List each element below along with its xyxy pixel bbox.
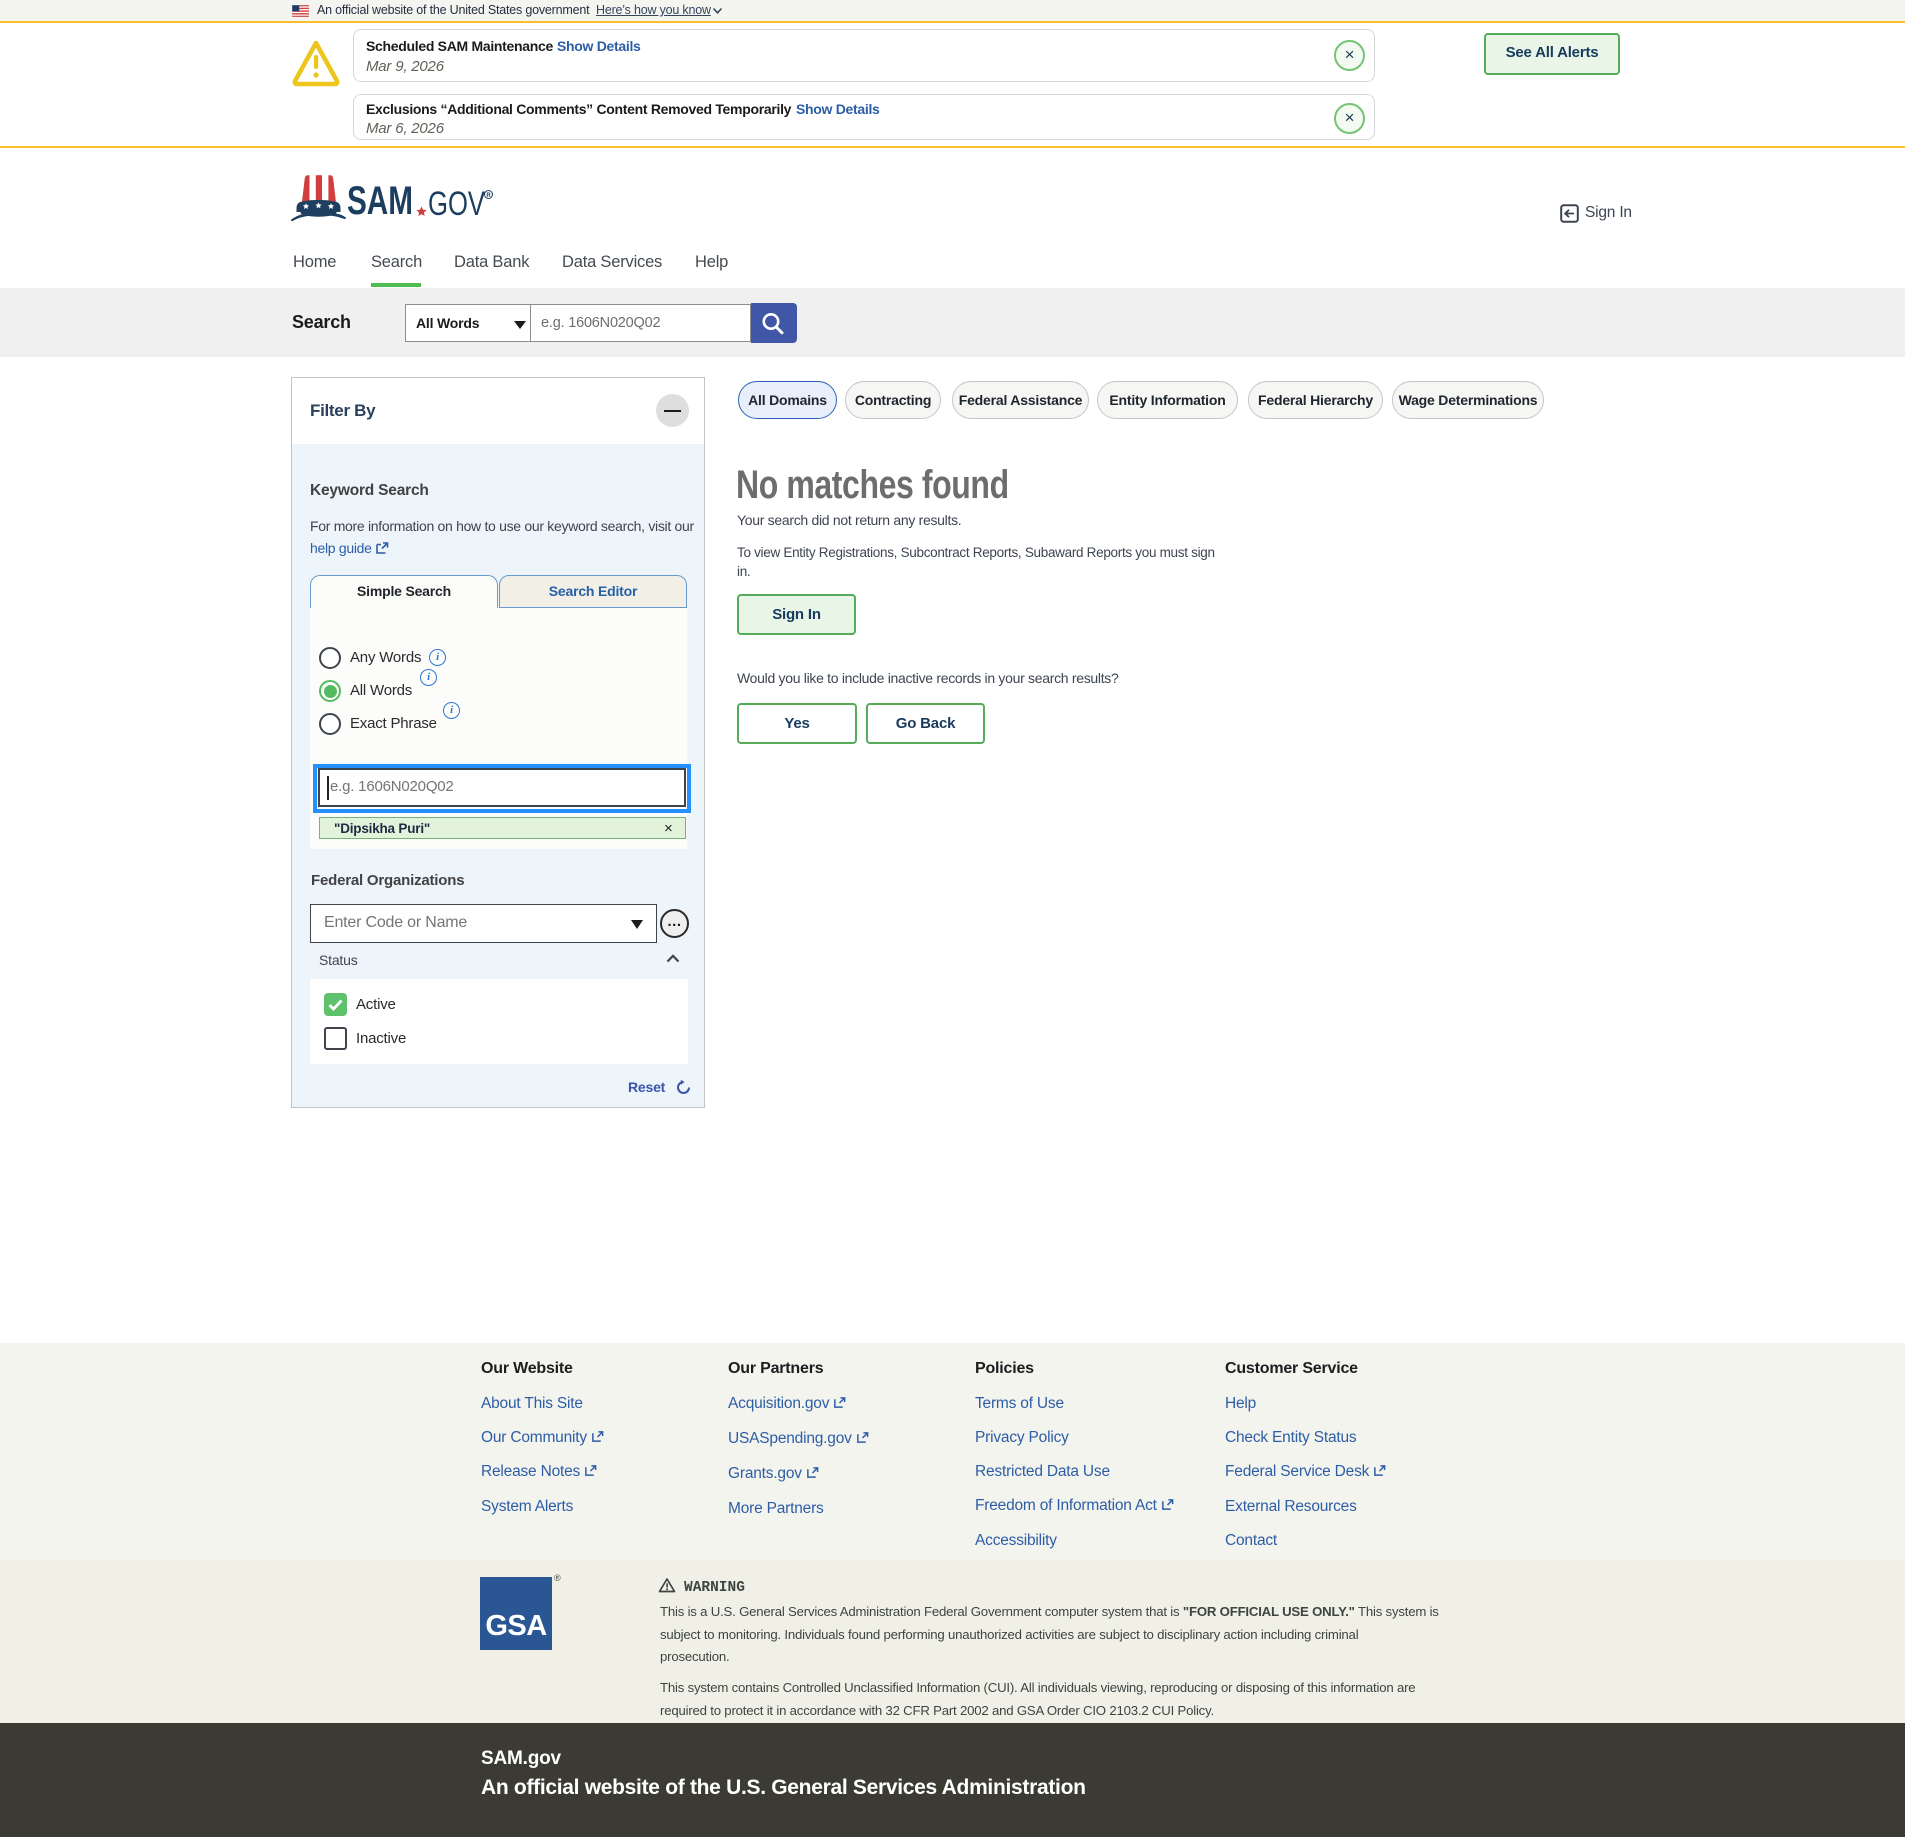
svg-text:SAM: SAM xyxy=(347,179,413,223)
svg-text:GOV: GOV xyxy=(428,185,485,223)
